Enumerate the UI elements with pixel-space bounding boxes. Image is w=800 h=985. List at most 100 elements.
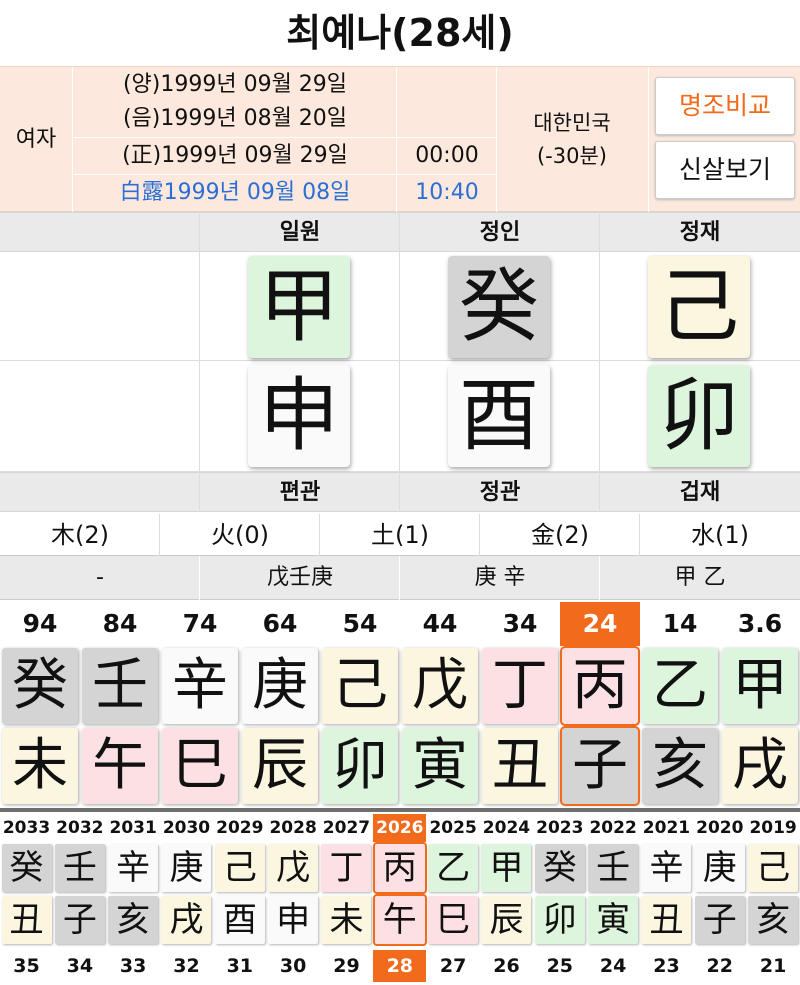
label-col-3: 정인 [479,220,521,245]
daeun-stem: 辛 [162,648,238,724]
lunar-date: (음)1999년 08월 20일 [122,106,348,131]
seun-age: 34 [66,955,94,977]
seun-age: 27 [439,955,467,977]
hidden-stems-row: - 戊壬庚 庚 辛 甲 乙 [0,556,800,600]
seun-branch: 申 [268,896,319,944]
birth-info-panel: 여자 (양)1999년 09월 29일 (음)1999년 08월 20일 (正)… [0,66,800,213]
hidden-stems-2: 戊壬庚 [266,565,333,590]
daeun-branch: 亥 [642,728,718,804]
seun-branch: 丑 [641,896,692,944]
seun-year: 2023 [536,818,584,838]
seun-stem: 甲 [481,844,532,892]
seun-year: 2029 [216,818,264,838]
label-col-2: 일원 [279,220,321,245]
daeun-age: 44 [422,609,458,638]
seun-year: 2026 [373,814,427,842]
seun-branch: 酉 [214,896,265,944]
hidden-stems-4: 甲 乙 [674,565,726,590]
seun-branch: 子 [694,896,745,944]
compare-chart-button[interactable]: 명조비교 [655,77,795,135]
seun-year: 2028 [269,818,317,838]
seun-age: 26 [493,955,520,977]
seun-stem: 丙 [372,842,427,894]
seun-stem: 乙 [428,844,479,892]
seun-stem: 己 [214,844,265,892]
element-metal: 金(2) [531,521,589,549]
daeun-branch: 巳 [162,728,238,804]
four-pillars: 甲 癸 己 申 酉 卯 [0,252,800,472]
seun-year: 2019 [749,818,797,838]
daeun-age: 94 [22,609,58,638]
daeun-stem: 丙 [560,646,640,726]
element-wood: 木(2) [51,521,109,549]
seun-year: 2030 [162,818,211,838]
seun-branch: 寅 [588,896,639,944]
country-label: 대한민국 [533,111,611,135]
seun-age: 24 [599,955,627,977]
seun-branch: 午 [372,894,427,946]
seun-branch: 辰 [481,896,532,944]
daeun-age: 84 [102,609,138,638]
seun-year: 2021 [642,818,691,838]
daeun-age: 34 [502,609,538,638]
correct-date: (正)1999년 09월 29일 [122,143,348,168]
element-water: 水(1) [691,521,749,549]
seun-stem: 辛 [108,844,159,892]
hidden-stems-1: - [96,565,104,590]
daeun-stem: 壬 [82,648,158,724]
seun-branch: 子 [54,896,105,944]
seun-stem: 癸 [534,844,585,892]
seun-year: 2024 [482,818,531,838]
seun-stem: 戊 [268,844,319,892]
seun-branch: 戌 [161,896,212,944]
daeun-branch: 卯 [322,728,398,804]
daeun-stem: 戊 [402,648,478,724]
seun-year: 2032 [56,818,104,838]
seun-branch: 亥 [748,896,799,944]
stem-year: 己 [648,256,750,358]
seun-stem: 壬 [588,844,639,892]
daeun-branch: 寅 [402,728,478,804]
sipsin-col-1 [0,473,200,513]
seun-stem: 庚 [694,844,745,892]
daeun-branch: 未 [2,728,78,804]
seun-age: 23 [653,955,680,977]
seun-year: 2031 [109,818,157,838]
solar-date: (양)1999년 09월 29일 [122,72,348,97]
daeun-stem: 己 [322,648,398,724]
seun-year: 2022 [589,818,637,838]
seun-branch: 丑 [1,896,52,944]
seun-age: 25 [546,955,574,977]
view-sinsal-button[interactable]: 신살보기 [655,141,795,199]
hidden-stems-3: 庚 辛 [474,565,526,590]
seun-branch: 亥 [108,896,159,944]
seun-stem: 辛 [641,844,692,892]
daeun-stem: 甲 [722,648,798,724]
daeun-age: 14 [662,609,698,638]
five-elements-row: 木(2) 火(0) 土(1) 金(2) 水(1) [0,514,800,556]
seun-year: 2025 [429,818,477,838]
sipsin-col-4: 겁재 [679,480,721,505]
branch-month: 酉 [448,365,550,467]
correct-time: 00:00 [415,143,479,168]
seun-stem: 癸 [1,844,52,892]
daeun-branch: 辰 [242,728,318,804]
seun-age: 31 [226,955,254,977]
seun-age: 28 [373,950,427,982]
stem-day: 甲 [248,256,350,358]
page-title: 최예나(28세) [286,11,514,55]
solar-term-date: 白露1999년 09월 08일 [119,180,351,205]
daeun-age: 64 [262,609,298,638]
label-col-4: 정재 [679,220,721,245]
daeun-branch: 丑 [482,728,558,804]
gender-label: 여자 [15,127,57,152]
seun-year: 2027 [322,818,371,838]
daeun-branch: 戌 [722,728,798,804]
birth-place: 대한민국 (-30분) [498,107,646,173]
seun-year: 2020 [696,818,744,838]
branch-year: 卯 [648,365,750,467]
seun-age: 22 [706,955,733,977]
seun-branch: 巳 [428,896,479,944]
sipsin-col-3: 정관 [479,480,521,505]
bottom-label-row: 편관 정관 겁재 [0,472,800,512]
